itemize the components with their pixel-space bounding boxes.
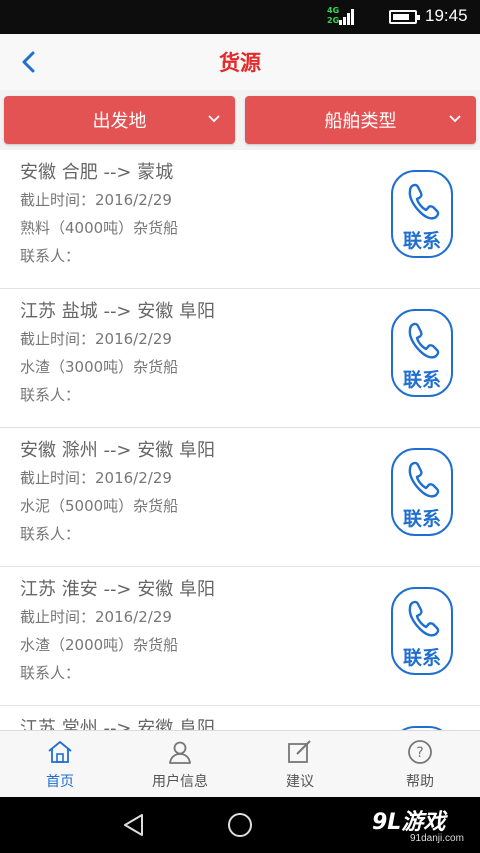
deadline-text: 截止时间：2016/2/29 xyxy=(20,191,172,209)
battery-icon xyxy=(389,10,420,24)
svg-text:?: ? xyxy=(416,745,423,761)
contact-text: 联系人： xyxy=(20,247,81,265)
watermark-logo: 9L游戏 91danji.com xyxy=(372,802,480,850)
list-item[interactable]: 江苏 常州 --> 安徽 阜阳 xyxy=(0,706,480,730)
user-icon xyxy=(169,741,191,764)
contact-button[interactable]: 联系 xyxy=(391,309,453,397)
filter-bar: 出发地 船舶类型 xyxy=(0,90,480,150)
tab-suggestion[interactable]: 建议 xyxy=(240,731,360,798)
phone-icon xyxy=(408,183,440,220)
contact-text: 联系人： xyxy=(20,664,81,682)
network-indicator: 4G 2G xyxy=(327,3,357,29)
contact-button-label: 联系 xyxy=(402,647,441,669)
tab-help-label: 帮助 xyxy=(406,774,434,790)
page-title: 货源 xyxy=(219,51,261,75)
route-text: 江苏 淮安 --> 安徽 阜阳 xyxy=(20,579,215,600)
network-label-bottom: 2G xyxy=(327,16,340,25)
system-nav-bar: 9L游戏 91danji.com xyxy=(0,797,480,853)
cargo-text: 熟料（4000吨）杂货船 xyxy=(20,219,179,237)
phone-icon xyxy=(408,322,440,359)
deadline-text: 截止时间：2016/2/29 xyxy=(20,330,172,348)
route-text: 江苏 盐城 --> 安徽 阜阳 xyxy=(20,301,215,322)
list-item[interactable]: 江苏 淮安 --> 安徽 阜阳 截止时间：2016/2/29 水渣（2000吨）… xyxy=(0,567,480,706)
ship-type-filter-button[interactable]: 船舶类型 xyxy=(245,96,476,144)
list-item[interactable]: 安徽 合肥 --> 蒙城 截止时间：2016/2/29 熟料（4000吨）杂货船… xyxy=(0,150,480,289)
deadline-text: 截止时间：2016/2/29 xyxy=(20,469,172,487)
tab-suggestion-label: 建议 xyxy=(286,774,314,790)
tab-user-info[interactable]: 用户信息 xyxy=(120,731,240,798)
ship-type-filter-label: 船舶类型 xyxy=(324,111,397,132)
route-text: 安徽 滁州 --> 安徽 阜阳 xyxy=(20,440,215,461)
watermark-sub: 91danji.com xyxy=(410,833,464,844)
back-triangle-icon[interactable] xyxy=(120,811,148,839)
phone-icon xyxy=(408,461,440,498)
contact-text: 联系人： xyxy=(20,386,81,404)
contact-button-label: 联系 xyxy=(402,369,441,391)
contact-button[interactable]: 联系 xyxy=(391,170,453,258)
app-header: 货源 xyxy=(0,34,480,90)
watermark-main: 9L游戏 xyxy=(372,810,446,835)
tab-user-info-label: 用户信息 xyxy=(152,774,208,790)
edit-icon xyxy=(288,740,311,763)
cargo-text: 水渣（2000吨）杂货船 xyxy=(20,636,179,654)
route-text: 江苏 常州 --> 安徽 阜阳 xyxy=(20,718,215,730)
chevron-down-icon xyxy=(208,115,220,123)
contact-button-label: 联系 xyxy=(402,230,441,252)
departure-filter-label: 出发地 xyxy=(92,111,147,132)
departure-filter-button[interactable]: 出发地 xyxy=(4,96,235,144)
signal-icon xyxy=(339,9,354,25)
status-bar: 4G 2G 19:45 xyxy=(0,0,480,34)
tab-help[interactable]: ? 帮助 xyxy=(360,731,480,798)
contact-button-label: 联系 xyxy=(402,508,441,530)
route-text: 安徽 合肥 --> 蒙城 xyxy=(20,162,174,183)
cargo-list[interactable]: 安徽 合肥 --> 蒙城 截止时间：2016/2/29 熟料（4000吨）杂货船… xyxy=(0,150,480,730)
cargo-text: 水渣（3000吨）杂货船 xyxy=(20,358,179,376)
contact-text: 联系人： xyxy=(20,525,81,543)
bottom-tab-bar: 首页 用户信息 建议 ? 帮助 xyxy=(0,730,480,797)
cargo-text: 水泥（5000吨）杂货船 xyxy=(20,497,179,515)
tab-home[interactable]: 首页 xyxy=(0,731,120,798)
list-item[interactable]: 安徽 滁州 --> 安徽 阜阳 截止时间：2016/2/29 水泥（5000吨）… xyxy=(0,428,480,567)
contact-button[interactable]: 联系 xyxy=(391,448,453,536)
deadline-text: 截止时间：2016/2/29 xyxy=(20,608,172,626)
status-time: 19:45 xyxy=(425,6,468,25)
chevron-down-icon xyxy=(449,115,461,123)
contact-button[interactable]: 联系 xyxy=(391,587,453,675)
home-circle-icon[interactable] xyxy=(226,811,254,839)
tab-home-label: 首页 xyxy=(46,774,74,790)
help-icon: ? xyxy=(408,740,432,764)
list-item[interactable]: 江苏 盐城 --> 安徽 阜阳 截止时间：2016/2/29 水渣（3000吨）… xyxy=(0,289,480,428)
network-label-top: 4G xyxy=(327,6,340,15)
phone-icon xyxy=(408,600,440,637)
home-icon xyxy=(48,741,72,763)
